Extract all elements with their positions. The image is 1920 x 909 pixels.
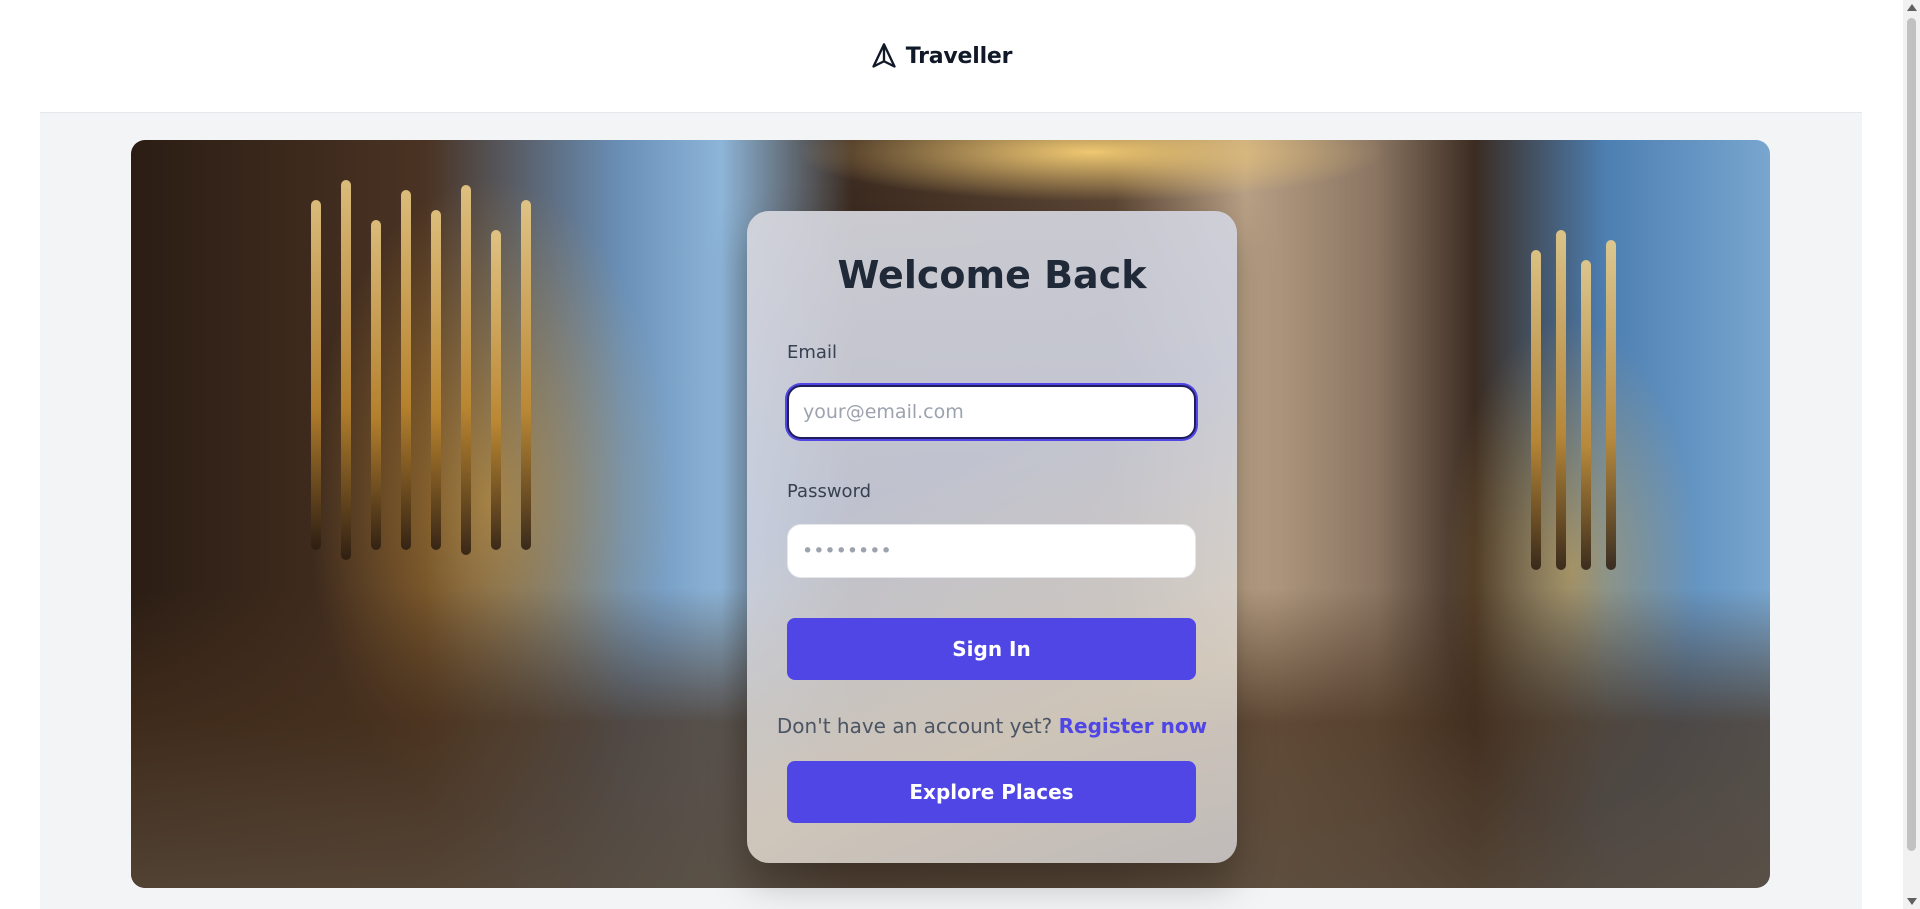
register-prompt-line: Don't have an account yet? Register now — [747, 714, 1237, 738]
register-prompt-text: Don't have an account yet? — [776, 714, 1053, 738]
register-link[interactable]: Register now — [1059, 714, 1207, 738]
vertical-scrollbar[interactable] — [1903, 0, 1920, 909]
page-title: Welcome Back — [837, 253, 1147, 297]
email-field[interactable] — [787, 385, 1196, 439]
sign-in-button[interactable]: Sign In — [787, 618, 1196, 680]
password-label: Password — [787, 481, 872, 502]
explore-places-button[interactable]: Explore Places — [787, 761, 1196, 823]
email-label: Email — [787, 342, 837, 363]
scroll-up-icon[interactable] — [1907, 4, 1917, 11]
brand-name: Traveller — [905, 43, 1013, 69]
navigation-arrow-icon — [872, 43, 896, 68]
login-card: Welcome Back Email Password Sign In Don'… — [747, 211, 1237, 863]
top-navbar: Traveller — [40, 0, 1862, 113]
page-background: Traveller Welcome Back Email Password Si… — [40, 0, 1862, 909]
scroll-thumb[interactable] — [1907, 18, 1916, 851]
brand-logo[interactable]: Traveller — [870, 42, 1013, 70]
password-field[interactable] — [787, 524, 1196, 578]
scroll-down-icon[interactable] — [1907, 898, 1917, 905]
